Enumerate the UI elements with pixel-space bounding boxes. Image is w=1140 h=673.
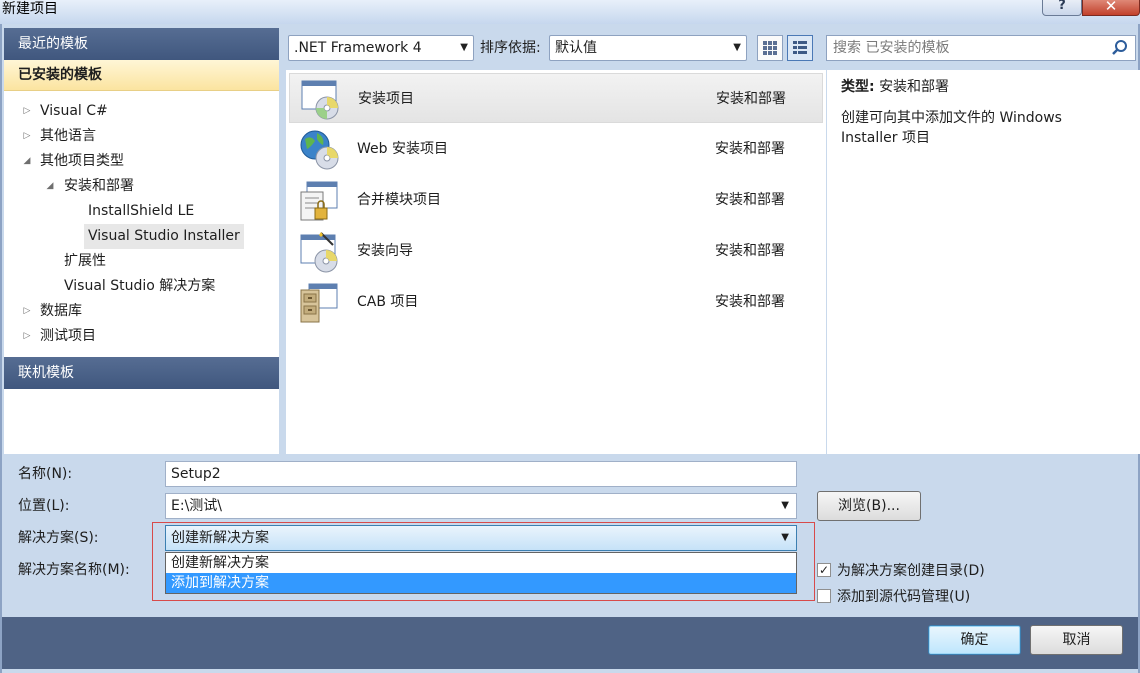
location-label: 位置(L): [18,498,70,514]
merge-module-icon [300,181,338,221]
window-title: 新建项目 [2,1,58,17]
template-item-setup-project[interactable]: 安装项目 安装和部署 [289,73,823,123]
expand-arrow-icon[interactable]: ▷ [22,324,32,349]
tree-item-label: 其他项目类型 [40,153,124,169]
tree-item-test-project[interactable]: ▷ 测试项目 [4,324,279,349]
tree-item-installshield-le[interactable]: InstallShield LE [4,199,279,224]
template-name: 安装向导 [357,243,413,259]
list-view-button[interactable] [787,35,813,61]
project-name-value: Setup2 [171,466,221,482]
template-type-value: 安装和部署 [879,79,950,95]
location-value: E:\测试\ [171,498,222,514]
setup-cd-icon [301,80,339,120]
help-button[interactable]: ? [1042,0,1082,16]
chevron-down-icon: ▼ [733,42,741,53]
sort-select[interactable]: 默认值 ▼ [549,35,747,61]
create-directory-checkbox-row[interactable]: ✓ 为解决方案创建目录(D) [817,560,985,580]
name-label: 名称(N): [18,466,73,482]
tree-item-vs-installer[interactable]: Visual Studio Installer [4,224,279,249]
solution-name-label: 解决方案名称(M): [18,562,130,578]
framework-select[interactable]: .NET Framework 4 ▼ [288,35,474,61]
tree-item-other-languages[interactable]: ▷ 其他语言 [4,124,279,149]
tree-item-label: Visual C# [40,103,108,119]
template-tree: ▷ Visual C# ▷ 其他语言 ◢ 其他项目类型 ◢ 安装和部署 Inst… [4,99,279,349]
tree-item-database[interactable]: ▷ 数据库 [4,299,279,324]
template-category-pane: 最近的模板 已安装的模板 ▷ Visual C# ▷ 其他语言 ◢ 其他项目类型… [4,28,279,454]
template-category: 安装和部署 [715,141,785,157]
browse-button[interactable]: 浏览(B)... [817,491,921,521]
template-category: 安装和部署 [715,243,785,259]
recent-templates-header[interactable]: 最近的模板 [4,28,279,60]
tree-item-label: Visual Studio 解决方案 [64,278,216,294]
create-directory-checkbox[interactable]: ✓ [817,563,831,577]
template-list: 安装项目 安装和部署 Web 安装项目 安装和部署 合并模块项目 安装和部署 安… [286,70,826,454]
ok-button[interactable]: 确定 [928,625,1021,655]
template-category: 安装和部署 [716,91,786,107]
web-setup-globe-icon [300,130,339,170]
expand-arrow-icon[interactable]: ▷ [22,99,32,124]
cancel-button[interactable]: 取消 [1030,625,1123,655]
project-name-field[interactable]: Setup2 [165,461,797,487]
installed-templates-header[interactable]: 已安装的模板 [4,60,279,91]
search-icon[interactable] [1111,39,1129,57]
expand-arrow-icon[interactable]: ▷ [22,124,32,149]
collapse-arrow-icon[interactable]: ◢ [22,149,32,174]
sort-select-value: 默认值 [555,40,597,56]
grid-view-icon [763,41,777,55]
template-search-input[interactable]: 搜索 已安装的模板 [826,35,1136,61]
setup-wizard-icon [300,232,338,273]
search-placeholder: 搜索 已安装的模板 [833,40,950,56]
template-item-merge-module[interactable]: 合并模块项目 安装和部署 [289,175,823,225]
collapse-arrow-icon[interactable]: ◢ [45,174,55,199]
chevron-down-icon[interactable]: ▼ [781,494,789,518]
tree-item-visual-csharp[interactable]: ▷ Visual C# [4,99,279,124]
cab-cabinet-icon [300,283,338,323]
close-button[interactable]: ✕ [1082,0,1140,16]
tree-item-label: 其他语言 [40,128,96,144]
online-templates-header[interactable]: 联机模板 [4,357,279,389]
template-item-cab-project[interactable]: CAB 项目 安装和部署 [289,277,823,327]
template-name: Web 安装项目 [357,141,448,157]
solution-label: 解决方案(S): [18,530,99,546]
template-name: 安装项目 [358,91,414,107]
source-control-checkbox-row[interactable]: 添加到源代码管理(U) [817,586,970,606]
expand-arrow-icon[interactable]: ▷ [22,299,32,324]
location-field[interactable]: E:\测试\ ▼ [165,493,797,519]
source-control-checkbox[interactable] [817,589,831,603]
tree-item-label: 扩展性 [64,253,106,269]
small-icons-view-button[interactable] [757,35,783,61]
tree-item-other-project-types[interactable]: ◢ 其他项目类型 [4,149,279,174]
tree-item-vs-solution[interactable]: Visual Studio 解决方案 [4,274,279,299]
template-category: 安装和部署 [715,294,785,310]
list-view-icon [793,41,807,54]
source-control-label: 添加到源代码管理(U) [837,589,971,605]
highlight-annotation-box [152,522,815,601]
chevron-down-icon: ▼ [460,42,468,53]
tree-item-label: Visual Studio Installer [84,224,244,249]
template-description-text: 创建可向其中添加文件的 Windows Installer 项目 [841,110,1062,146]
template-description-pane: 类型: 安装和部署 创建可向其中添加文件的 Windows Installer … [827,70,1140,454]
create-directory-label: 为解决方案创建目录(D) [837,563,985,579]
sort-label: 排序依据: [480,40,541,56]
tree-item-label: 测试项目 [40,328,96,344]
new-project-dialog: 最近的模板 已安装的模板 ▷ Visual C# ▷ 其他语言 ◢ 其他项目类型… [0,24,1140,673]
tree-item-extensibility[interactable]: 扩展性 [4,249,279,274]
template-item-web-setup[interactable]: Web 安装项目 安装和部署 [289,124,823,174]
template-name: 合并模块项目 [357,192,441,208]
tree-item-label: 安装和部署 [64,178,134,194]
template-category: 安装和部署 [715,192,785,208]
template-type-label: 类型: [841,79,875,95]
tree-item-label: 数据库 [40,303,82,319]
tree-item-setup-deployment[interactable]: ◢ 安装和部署 [4,174,279,199]
template-item-setup-wizard[interactable]: 安装向导 安装和部署 [289,226,823,276]
template-name: CAB 项目 [357,294,419,310]
framework-select-value: .NET Framework 4 [294,40,422,56]
title-bar: 新建项目 ? ✕ [0,0,1140,24]
template-type: 类型: 安装和部署 [841,78,1126,96]
tree-item-label: InstallShield LE [88,203,195,219]
